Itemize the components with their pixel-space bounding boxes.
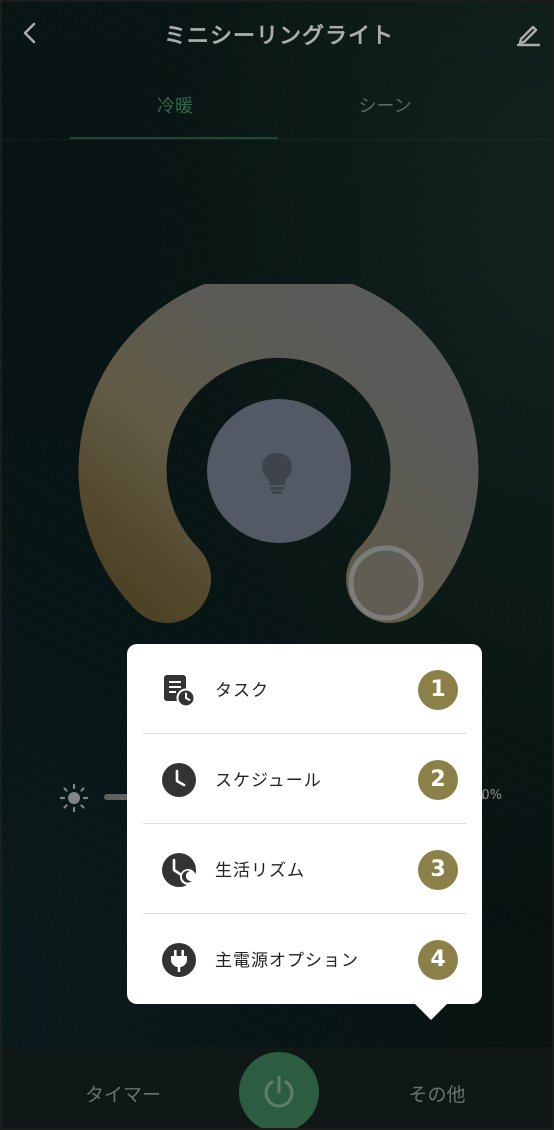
menu-item-badge: 2 [418, 760, 458, 800]
menu-item-label: 主電源オプション [215, 951, 359, 971]
timer-button[interactable]: タイマー [58, 1080, 188, 1107]
menu-item-badge: 3 [418, 850, 458, 890]
menu-item-label: スケジュール [215, 771, 322, 791]
menu-item-task[interactable]: タスク 1 [127, 644, 482, 734]
menu-item-label: 生活リズム [215, 861, 305, 881]
menu-item-life-rhythm[interactable]: 生活リズム 3 [127, 824, 482, 914]
rhythm-icon [162, 853, 196, 887]
menu-item-label: タスク [215, 681, 269, 701]
task-icon [164, 675, 196, 708]
menu-item-badge: 4 [418, 940, 458, 980]
power-icon [264, 1075, 294, 1108]
power-button[interactable] [239, 1052, 319, 1128]
app-screen: ミニシーリングライト 冷暖 シーン 0% タスク 1 スケジュール 2 生活リズ… [0, 0, 554, 1130]
menu-item-main-power[interactable]: 主電源オプション 4 [127, 914, 482, 1004]
other-button[interactable]: その他 [372, 1080, 502, 1107]
menu-pointer [413, 1002, 449, 1020]
menu-item-badge: 1 [418, 670, 458, 710]
menu-item-schedule[interactable]: スケジュール 2 [127, 734, 482, 824]
more-options-menu: タスク 1 スケジュール 2 生活リズム 3 主電源オプション 4 [127, 644, 482, 1004]
plug-icon [162, 943, 196, 977]
bottom-bar: タイマー その他 [2, 1047, 552, 1128]
clock-icon [162, 763, 196, 797]
